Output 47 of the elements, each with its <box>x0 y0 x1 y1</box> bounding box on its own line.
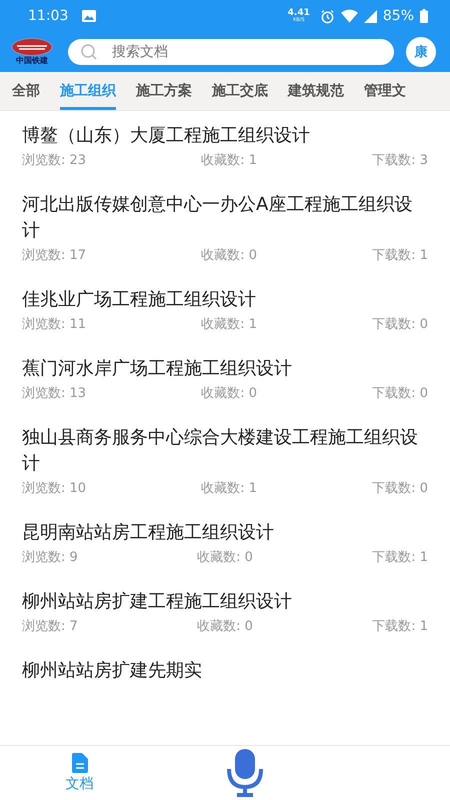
document-icon <box>72 753 88 773</box>
view-count: 浏览数: 13 <box>22 385 86 403</box>
logo-emblem-icon <box>11 38 53 56</box>
download-count: 下载数: 1 <box>372 618 428 636</box>
view-count: 浏览数: 10 <box>22 480 86 498</box>
document-title[interactable]: 独山县商务服务中心综合大楼建设工程施工组织设计 <box>22 425 420 477</box>
battery-icon <box>420 9 428 23</box>
favorite-count: 收藏数: 1 <box>201 152 258 170</box>
favorite-count: 收藏数: 0 <box>197 618 253 636</box>
category-tab[interactable]: 施工方案 <box>136 72 192 110</box>
favorite-count: 收藏数: 0 <box>201 247 258 265</box>
document-title[interactable]: 河北出版传媒创意中心一办公A座工程施工组织设计 <box>22 192 420 244</box>
signal-icon <box>364 10 377 22</box>
favorite-count: 收藏数: 1 <box>201 316 258 334</box>
category-tab[interactable]: 建筑规范 <box>288 72 344 110</box>
document-title[interactable]: 博鳌（山东）大厦工程施工组织设计 <box>22 123 420 149</box>
alarm-icon <box>320 8 335 24</box>
microphone-button[interactable] <box>224 749 264 797</box>
view-count: 浏览数: 17 <box>22 247 86 265</box>
view-count: 浏览数: 23 <box>22 152 86 170</box>
status-time: 11:03 <box>28 8 68 24</box>
download-count: 下载数: 1 <box>372 247 428 265</box>
download-count: 下载数: 1 <box>372 549 428 567</box>
favorite-count: 收藏数: 0 <box>197 549 253 567</box>
document-title[interactable]: 柳州站站房扩建先期实 <box>22 658 420 684</box>
category-tab[interactable]: 管理文 <box>364 72 406 110</box>
logo-text: 中国铁建 <box>16 56 48 66</box>
search-field[interactable]: 搜索文档 <box>68 39 394 65</box>
document-title[interactable]: 佳兆业广场工程施工组织设计 <box>22 287 420 313</box>
view-count: 浏览数: 11 <box>22 316 86 334</box>
category-tab[interactable]: 施工交底 <box>212 72 268 110</box>
image-icon <box>82 10 96 22</box>
view-count: 浏览数: 9 <box>22 549 78 567</box>
favorite-count: 收藏数: 0 <box>201 385 258 403</box>
document-title[interactable]: 柳州站站房扩建工程施工组织设计 <box>22 589 420 615</box>
wifi-icon <box>340 9 358 23</box>
battery-level: 85% <box>382 8 414 24</box>
document-title[interactable]: 昆明南站站房工程施工组织设计 <box>22 520 420 546</box>
download-count: 下载数: 3 <box>372 152 428 170</box>
category-tab[interactable]: 全部 <box>12 72 40 110</box>
download-count: 下载数: 0 <box>372 480 428 498</box>
document-title[interactable]: 蕉门河水岸广场工程施工组织设计 <box>22 356 420 382</box>
favorite-count: 收藏数: 1 <box>201 480 258 498</box>
download-count: 下载数: 0 <box>372 316 428 334</box>
download-count: 下载数: 0 <box>372 385 428 403</box>
view-count: 浏览数: 7 <box>22 618 78 636</box>
microphone-icon <box>224 749 264 797</box>
